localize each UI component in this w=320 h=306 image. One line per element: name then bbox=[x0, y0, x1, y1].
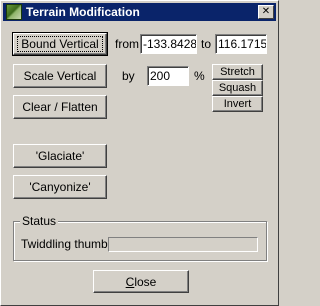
by-label: by bbox=[122, 69, 135, 83]
close-button[interactable]: Close bbox=[93, 270, 189, 293]
to-label: to bbox=[201, 37, 212, 51]
clear-flatten-button[interactable]: Clear / Flatten bbox=[13, 95, 107, 119]
canyonize-button[interactable]: 'Canyonize' bbox=[13, 175, 107, 199]
status-group-label: Status bbox=[20, 214, 59, 228]
status-progress-bar bbox=[108, 237, 258, 252]
to-field[interactable]: 116.1715 bbox=[215, 34, 267, 54]
percent-label: % bbox=[194, 69, 205, 83]
terrain-icon bbox=[6, 4, 22, 20]
from-label: from bbox=[115, 37, 139, 51]
stretch-button[interactable]: Stretch bbox=[212, 64, 263, 80]
glaciate-button[interactable]: 'Glaciate' bbox=[13, 144, 107, 168]
close-icon[interactable]: ✕ bbox=[258, 5, 274, 19]
scale-percent-field[interactable]: 200 bbox=[147, 66, 189, 86]
status-group: Status Twiddling thumbs bbox=[13, 214, 267, 261]
title-bar[interactable]: Terrain Modification ✕ bbox=[3, 3, 276, 21]
from-field[interactable]: -133.8428 bbox=[140, 34, 197, 54]
invert-button[interactable]: Invert bbox=[212, 96, 263, 112]
scale-vertical-button[interactable]: Scale Vertical bbox=[13, 64, 107, 88]
window-title: Terrain Modification bbox=[26, 5, 140, 19]
bound-vertical-button[interactable]: Bound Vertical bbox=[12, 32, 108, 56]
close-button-label: Close bbox=[125, 274, 157, 289]
squash-button[interactable]: Squash bbox=[212, 80, 263, 96]
status-text: Twiddling thumbs bbox=[21, 237, 114, 251]
bound-vertical-label: Bound Vertical bbox=[17, 36, 103, 52]
terrain-modification-dialog: Terrain Modification ✕ Bound Vertical fr… bbox=[0, 0, 279, 306]
